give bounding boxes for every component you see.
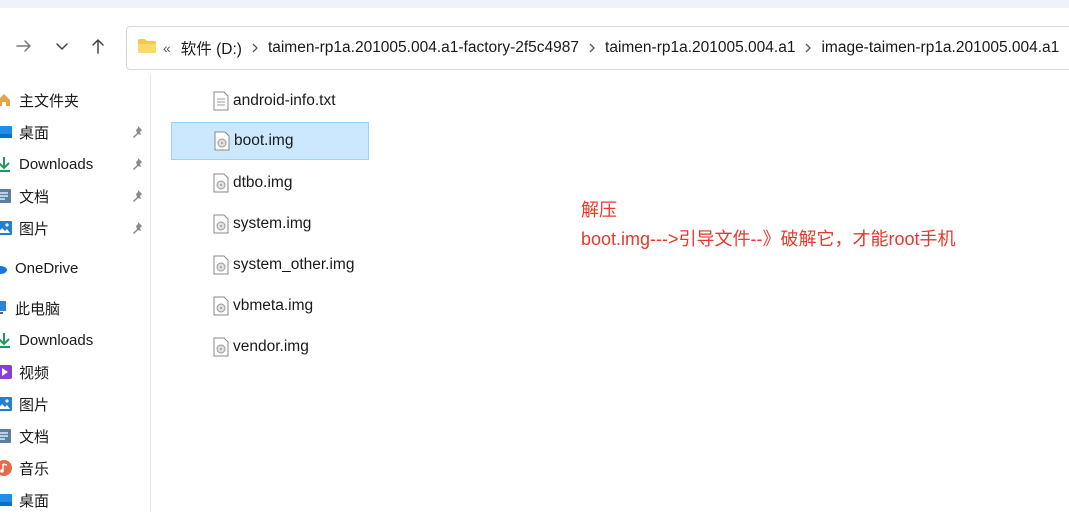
file-item-vendor-img[interactable]: vendor.img (171, 328, 369, 366)
desktop-icon (0, 492, 12, 508)
disk-image-icon (213, 173, 229, 193)
file-item-dtbo-img[interactable]: dtbo.img (171, 164, 369, 202)
file-name: system_other.img (233, 256, 355, 273)
file-item-android-info[interactable]: android-info.txt (171, 82, 369, 120)
sidebar-item-label: 此电脑 (15, 300, 61, 318)
sidebar-item-downloads[interactable]: Downloads (0, 150, 150, 178)
sidebar-item-label: 图片 (19, 396, 50, 414)
download-icon (0, 332, 12, 348)
sidebar-item-this-pc[interactable]: 此电脑 (0, 294, 150, 322)
arrow-up-icon (92, 39, 104, 54)
document-icon (0, 428, 12, 444)
picture-icon (0, 396, 12, 412)
sidebar-item-label: OneDrive (15, 259, 79, 277)
address-overflow-chevron[interactable]: « (163, 40, 171, 56)
sidebar-item-videos[interactable]: 视频 (0, 358, 150, 386)
sidebar-item-label: 文档 (19, 428, 50, 446)
desktop-icon (0, 124, 12, 140)
picture-icon (0, 220, 12, 236)
sidebar-item-label: Downloads (19, 331, 94, 349)
music-icon (0, 460, 12, 476)
computer-icon (0, 300, 8, 316)
download-icon (0, 156, 12, 172)
file-item-vbmeta-img[interactable]: vbmeta.img (171, 287, 369, 325)
breadcrumb-build-folder[interactable]: taimen-rp1a.201005.004.a1 (605, 39, 795, 57)
sidebar-item-label: 桌面 (19, 492, 50, 510)
chevron-down-icon (56, 43, 68, 50)
breadcrumb-drive[interactable]: 软件 (D:) (181, 37, 242, 59)
annotation-note: 解压 boot.img--->引导文件--》破解它，才能root手机 (581, 196, 956, 254)
disk-image-icon (213, 255, 229, 275)
pin-icon[interactable] (131, 189, 145, 207)
navigation-pane: 主文件夹 桌面 Downloads 文档 图片 OneDrive 此电脑 Dow… (0, 74, 150, 512)
cloud-icon (0, 260, 8, 276)
document-icon (0, 188, 12, 204)
chevron-right-icon[interactable] (795, 42, 821, 54)
disk-image-icon (214, 131, 230, 151)
file-name: android-info.txt (233, 92, 336, 109)
text-file-icon (213, 91, 229, 111)
chevron-right-icon[interactable] (242, 42, 268, 54)
sidebar-item-onedrive[interactable]: OneDrive (0, 254, 150, 282)
breadcrumb-image-folder[interactable]: image-taimen-rp1a.201005.004.a1 (821, 39, 1059, 57)
sidebar-item-label: 视频 (19, 364, 50, 382)
file-name: boot.img (234, 132, 294, 149)
sidebar-item-pc-desktop[interactable]: 桌面 (0, 486, 150, 514)
file-item-system-other-img[interactable]: system_other.img (171, 246, 369, 284)
file-name: system.img (233, 215, 312, 232)
sidebar-item-pc-downloads[interactable]: Downloads (0, 326, 150, 354)
sidebar-item-pc-documents[interactable]: 文档 (0, 422, 150, 450)
arrow-right-icon (16, 40, 31, 52)
breadcrumb-factory-folder[interactable]: taimen-rp1a.201005.004.a1-factory-2f5c49… (268, 39, 579, 57)
title-bar-strip (0, 0, 1069, 8)
disk-image-icon (213, 296, 229, 316)
pin-icon[interactable] (131, 221, 145, 239)
file-item-system-img[interactable]: system.img (171, 205, 369, 243)
pin-icon[interactable] (131, 157, 145, 175)
file-item-boot-img[interactable]: boot.img (171, 122, 369, 160)
pin-icon[interactable] (131, 125, 145, 143)
file-list: android-info.txt boot.img dtbo.img syste… (151, 74, 551, 512)
home-icon (0, 92, 12, 108)
file-name: vbmeta.img (233, 297, 314, 314)
file-name: vendor.img (233, 338, 309, 355)
up-button[interactable] (84, 32, 112, 60)
forward-button[interactable] (10, 32, 38, 60)
sidebar-item-label: 音乐 (19, 460, 50, 478)
sidebar-item-label: 图片 (19, 220, 50, 238)
sidebar-item-home[interactable]: 主文件夹 (0, 86, 150, 114)
sidebar-item-pictures[interactable]: 图片 (0, 214, 150, 242)
folder-icon (137, 38, 157, 59)
address-bar[interactable]: « 软件 (D:) taimen-rp1a.201005.004.a1-fact… (126, 26, 1069, 70)
sidebar-item-desktop[interactable]: 桌面 (0, 118, 150, 146)
annotation-line-1: 解压 (581, 200, 617, 220)
disk-image-icon (213, 337, 229, 357)
sidebar-item-documents[interactable]: 文档 (0, 182, 150, 210)
sidebar-item-label: 文档 (19, 188, 50, 206)
video-icon (0, 364, 12, 380)
disk-image-icon (213, 214, 229, 234)
annotation-line-2: boot.img--->引导文件--》破解它，才能root手机 (581, 229, 956, 249)
sidebar-item-label: 桌面 (19, 124, 50, 142)
file-name: dtbo.img (233, 174, 293, 191)
recent-locations-button[interactable] (48, 32, 76, 60)
toolbar: « 软件 (D:) taimen-rp1a.201005.004.a1-fact… (0, 8, 1069, 74)
sidebar-item-pc-pictures[interactable]: 图片 (0, 390, 150, 418)
sidebar-item-music[interactable]: 音乐 (0, 454, 150, 482)
sidebar-item-label: Downloads (19, 155, 94, 173)
sidebar-item-label: 主文件夹 (19, 92, 80, 110)
chevron-right-icon[interactable] (579, 42, 605, 54)
